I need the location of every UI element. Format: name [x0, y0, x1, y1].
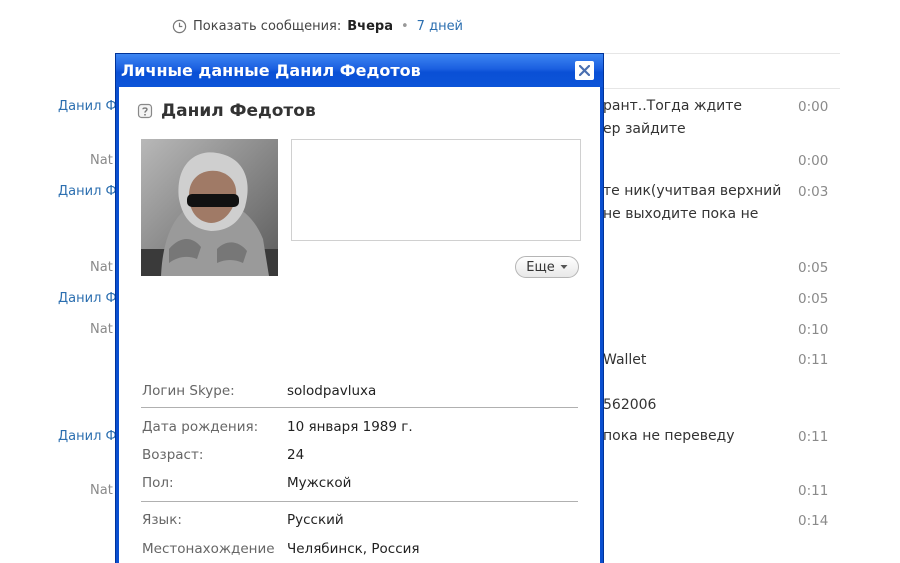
- message-time: 0:11: [798, 483, 829, 499]
- message-time: 0:11: [798, 352, 829, 368]
- unknown-status-icon: [137, 103, 153, 119]
- skype-login-label: Логин Skype:: [142, 383, 235, 399]
- chat-message: не выходите пока не: [603, 206, 759, 222]
- section-divider: [141, 501, 578, 502]
- chat-sender[interactable]: Nat: [90, 322, 113, 337]
- chat-sender[interactable]: Nat: [90, 260, 113, 275]
- birth-date-value: 10 января 1989 г.: [287, 419, 413, 435]
- filter-separator: •: [401, 18, 409, 34]
- gender-value: Мужской: [287, 475, 352, 491]
- message-filter-bar: Показать сообщения: Вчера • 7 дней: [172, 16, 463, 36]
- more-button[interactable]: Еще: [515, 256, 579, 278]
- chat-message: 562006: [603, 397, 657, 413]
- close-button[interactable]: [575, 61, 594, 80]
- message-time: 0:00: [798, 153, 829, 169]
- message-time: 0:11: [798, 429, 829, 445]
- avatar: [141, 139, 278, 276]
- close-icon: [579, 65, 590, 76]
- location-value: Челябинск, Россия: [287, 541, 420, 557]
- filter-selected-yesterday[interactable]: Вчера: [347, 19, 393, 34]
- chat-sender[interactable]: Данил Ф: [58, 99, 117, 114]
- mood-message-box: [291, 139, 581, 241]
- filter-label: Показать сообщения:: [193, 18, 342, 34]
- chat-sender[interactable]: Данил Ф: [58, 429, 117, 444]
- chat-message: ер зайдите: [603, 121, 686, 137]
- user-name: Данил Федотов: [161, 101, 316, 121]
- chevron-down-icon: [560, 265, 568, 269]
- dialog-body: Данил Федотов Еще Логин Skype: solodpavl…: [119, 87, 600, 563]
- message-time: 0:10: [798, 322, 829, 338]
- message-time: 0:05: [798, 291, 829, 307]
- chat-divider: [600, 88, 840, 89]
- user-header: Данил Федотов: [137, 101, 316, 121]
- age-label: Возраст:: [142, 447, 204, 463]
- chat-sender[interactable]: Nat: [90, 483, 113, 498]
- more-label: Еще: [526, 259, 555, 275]
- gender-label: Пол:: [142, 475, 174, 491]
- filter-7-days-link[interactable]: 7 дней: [417, 19, 463, 34]
- dialog-title: Личные данные Данил Федотов: [121, 61, 421, 80]
- birth-date-label: Дата рождения:: [142, 419, 259, 435]
- profile-dialog: Личные данные Данил Федотов Данил Федото…: [115, 53, 604, 563]
- message-time: 0:00: [798, 99, 829, 115]
- location-label: Местонахождение: [142, 541, 275, 557]
- chat-sender[interactable]: Nat: [90, 153, 113, 168]
- skype-login-value: solodpavluxa: [287, 383, 377, 399]
- language-value: Русский: [287, 512, 344, 528]
- chat-sender[interactable]: Данил Ф: [58, 184, 117, 199]
- chat-message: те ник(учитвая верхний: [603, 183, 782, 199]
- language-label: Язык:: [142, 512, 182, 528]
- age-value: 24: [287, 447, 305, 463]
- clock-icon: [172, 19, 187, 33]
- chat-message: рант..Тогда ждите: [603, 98, 743, 114]
- chat-message: пока не переведу: [603, 428, 735, 444]
- message-time: 0:03: [798, 184, 829, 200]
- chat-sender[interactable]: Данил Ф: [58, 291, 117, 306]
- dialog-title-bar[interactable]: Личные данные Данил Федотов: [116, 54, 603, 87]
- section-divider: [141, 407, 578, 408]
- message-time: 0:05: [798, 260, 829, 276]
- chat-message: Wallet: [603, 352, 647, 368]
- message-time: 0:14: [798, 513, 829, 529]
